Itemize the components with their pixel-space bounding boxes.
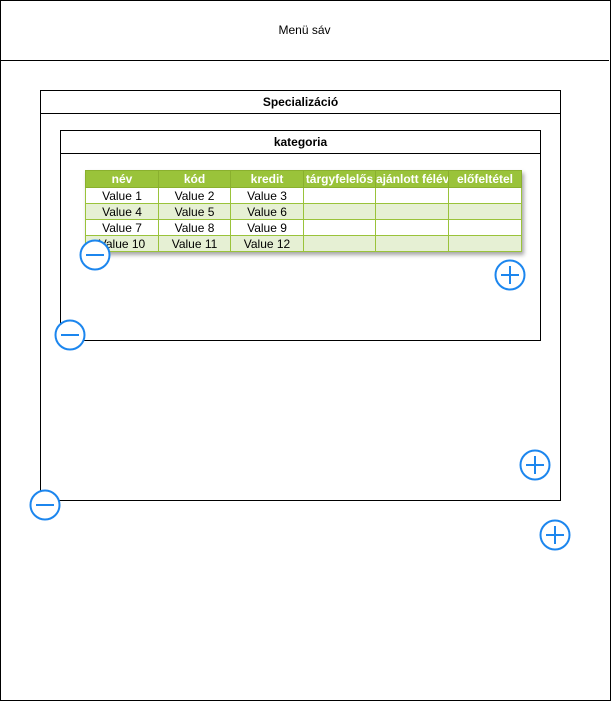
add-specializacio-button[interactable] — [539, 519, 571, 551]
column-header-kredit[interactable]: kredit — [230, 170, 304, 188]
minus-circle-icon — [54, 319, 86, 351]
menu-bar-label: Menü sáv — [278, 23, 331, 37]
remove-row-button[interactable] — [79, 239, 111, 271]
add-kategoria-button[interactable] — [519, 449, 551, 481]
menu-bar[interactable]: Menü sáv — [0, 0, 609, 61]
table-cell[interactable] — [448, 187, 522, 204]
table-cell[interactable]: Value 8 — [158, 219, 231, 236]
table-cell[interactable] — [303, 187, 376, 204]
table-cell[interactable] — [448, 219, 522, 236]
table-row[interactable]: Value 1 Value 2 Value 3 — [85, 187, 522, 204]
table-cell[interactable]: Value 5 — [158, 203, 231, 220]
plus-circle-icon — [519, 449, 551, 481]
table-row[interactable]: Value 4 Value 5 Value 6 — [85, 203, 522, 220]
remove-specializacio-button[interactable] — [29, 489, 61, 521]
table-cell[interactable]: Value 6 — [230, 203, 304, 220]
column-header-ajanlott-felev[interactable]: ajánlott félév — [375, 170, 449, 188]
table-cell[interactable] — [448, 203, 522, 220]
table-cell[interactable]: Value 9 — [230, 219, 304, 236]
table-cell[interactable]: Value 7 — [85, 219, 159, 236]
table-cell[interactable] — [375, 203, 449, 220]
column-header-elofeltetel[interactable]: előfeltétel — [448, 170, 522, 188]
table-row[interactable]: Value 10 Value 11 Value 12 — [85, 235, 522, 252]
add-row-button[interactable] — [494, 259, 526, 291]
minus-circle-icon — [79, 239, 111, 271]
table-row[interactable]: Value 7 Value 8 Value 9 — [85, 219, 522, 236]
column-header-kod[interactable]: kód — [158, 170, 231, 188]
table-cell[interactable] — [375, 235, 449, 252]
remove-kategoria-button[interactable] — [54, 319, 86, 351]
column-header-targyfelelos[interactable]: tárgyfelelős — [303, 170, 376, 188]
table-cell[interactable]: Value 4 — [85, 203, 159, 220]
table-cell[interactable]: Value 12 — [230, 235, 304, 252]
table-cell[interactable]: Value 3 — [230, 187, 304, 204]
specializacio-title: Specializáció — [41, 91, 560, 114]
minus-circle-icon — [29, 489, 61, 521]
column-header-nev[interactable]: név — [85, 170, 159, 188]
table-cell[interactable]: Value 1 — [85, 187, 159, 204]
plus-circle-icon — [539, 519, 571, 551]
kategoria-title: kategoria — [61, 131, 540, 154]
course-table: név kód kredit tárgyfelelős ajánlott fél… — [85, 170, 522, 252]
table-cell[interactable]: Value 11 — [158, 235, 231, 252]
table-cell[interactable]: Value 2 — [158, 187, 231, 204]
table-cell[interactable] — [303, 203, 376, 220]
table-header-row: név kód kredit tárgyfelelős ajánlott fél… — [85, 170, 522, 188]
table-cell[interactable] — [375, 187, 449, 204]
table-cell[interactable] — [448, 235, 522, 252]
table-cell[interactable] — [303, 219, 376, 236]
table-cell[interactable] — [375, 219, 449, 236]
plus-circle-icon — [494, 259, 526, 291]
table-cell[interactable] — [303, 235, 376, 252]
